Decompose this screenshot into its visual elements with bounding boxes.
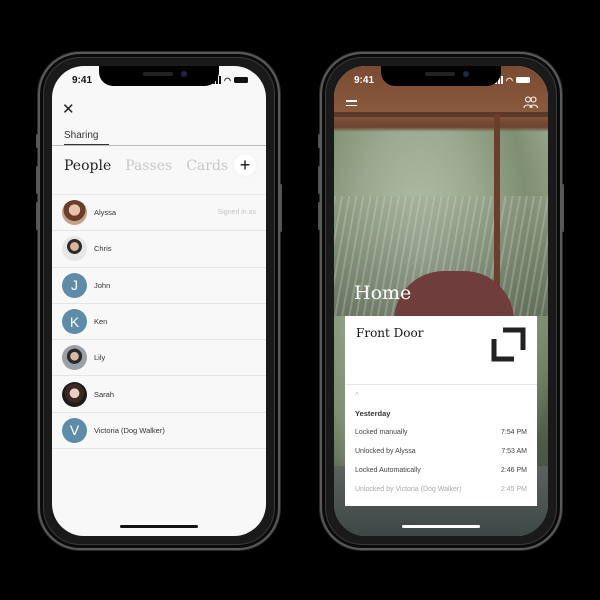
home-title: Home [354,282,412,304]
person-name: Victoria (Dog Walker) [94,425,165,435]
avatar [62,200,87,226]
notch [381,66,501,86]
person-row-chris[interactable]: Chris [52,231,266,268]
sharing-screen: 9:41 ◠ ✕ Sharing People Passes Cards + A… [52,66,266,536]
lock-card-header: Front Door [345,316,537,385]
person-row-john[interactable]: J John [52,268,266,304]
power-button [562,184,564,232]
activity-time: 2:46 PM [500,467,527,474]
person-name: Chris [94,244,112,254]
lock-card: Front Door ^ Yesterday Locked manually 7… [345,316,537,506]
wifi-icon: ◠ [224,75,231,85]
activity-row: Unlocked by Victoria (Dog Walker) 2:45 P… [355,486,527,493]
home-screen: 9:41 ◠ Home Front Door ^ Yesterday Locke… [334,66,548,536]
person-name: John [94,280,111,290]
plus-icon: + [239,154,251,175]
add-person-button[interactable]: + [234,154,256,176]
mute-switch [318,134,320,148]
people-icon-glyph [523,96,539,109]
lock-name: Front Door [356,326,424,340]
avatar: K [62,309,87,335]
battery-icon [516,77,530,83]
wifi-icon: ◠ [506,75,513,85]
home-indicator[interactable] [402,525,480,528]
activity-row: Unlocked by Alyssa 7:53 AM [355,448,527,455]
person-name: Alyssa [94,208,117,218]
status-time: 9:41 [354,74,375,86]
close-button[interactable]: ✕ [62,100,75,118]
people-icon[interactable] [523,96,539,112]
person-name: Lily [94,353,106,363]
tab-people[interactable]: People [64,158,111,174]
activity-time: 7:54 PM [500,429,527,436]
person-row-sarah[interactable]: Sarah [52,376,266,413]
avatar [62,236,87,262]
activity-time: 7:53 AM [501,448,527,455]
chevron-up-icon[interactable]: ^ [355,391,359,400]
tab-passes[interactable]: Passes [125,158,172,174]
activity-row: Locked Automatically 2:46 PM [355,467,527,474]
status-time: 9:41 [72,74,93,86]
activity-event: Locked Automatically [355,467,421,474]
person-row-ken[interactable]: K Ken [52,304,266,341]
signed-in-label: Signed in as [217,209,256,217]
avatar [62,381,87,407]
volume-down-button [318,202,320,230]
phone-left: 9:41 ◠ ✕ Sharing People Passes Cards + A… [36,52,282,550]
volume-up-button [36,166,38,194]
lock-corner-icon[interactable] [490,326,527,363]
person-row-victoria[interactable]: V Victoria (Dog Walker) [52,413,266,450]
activity-event: Unlocked by Victoria (Dog Walker) [355,486,462,493]
person-name: Ken [94,317,108,327]
person-row-alyssa[interactable]: Alyssa Signed in as [52,195,266,232]
person-name: Sarah [94,389,115,399]
battery-icon [234,77,248,83]
day-label: Yesterday [355,409,391,418]
hamburger-icon[interactable] [346,100,357,109]
tab-cards[interactable]: Cards [186,158,228,174]
people-list: Alyssa Signed in as Chris J John K Ken L… [52,194,266,450]
divider [52,145,266,146]
mute-switch [36,134,38,148]
avatar: J [62,272,87,298]
person-row-lily[interactable]: Lily [52,340,266,377]
phone-right: 9:41 ◠ Home Front Door ^ Yesterday Locke… [318,52,564,550]
activity-row: Locked manually 7:54 PM [355,429,527,436]
notch [99,66,219,86]
segment-tabs: People Passes Cards [64,158,228,174]
power-button [280,184,282,232]
volume-down-button [36,202,38,230]
avatar: V [62,417,87,443]
activity-event: Locked manually [355,429,408,436]
tab-sharing[interactable]: Sharing [64,130,98,141]
activity-event: Unlocked by Alyssa [355,448,416,455]
home-indicator[interactable] [120,525,198,528]
volume-up-button [318,166,320,194]
window-frame [334,112,548,117]
avatar [62,345,87,371]
activity-time: 2:45 PM [500,486,527,493]
